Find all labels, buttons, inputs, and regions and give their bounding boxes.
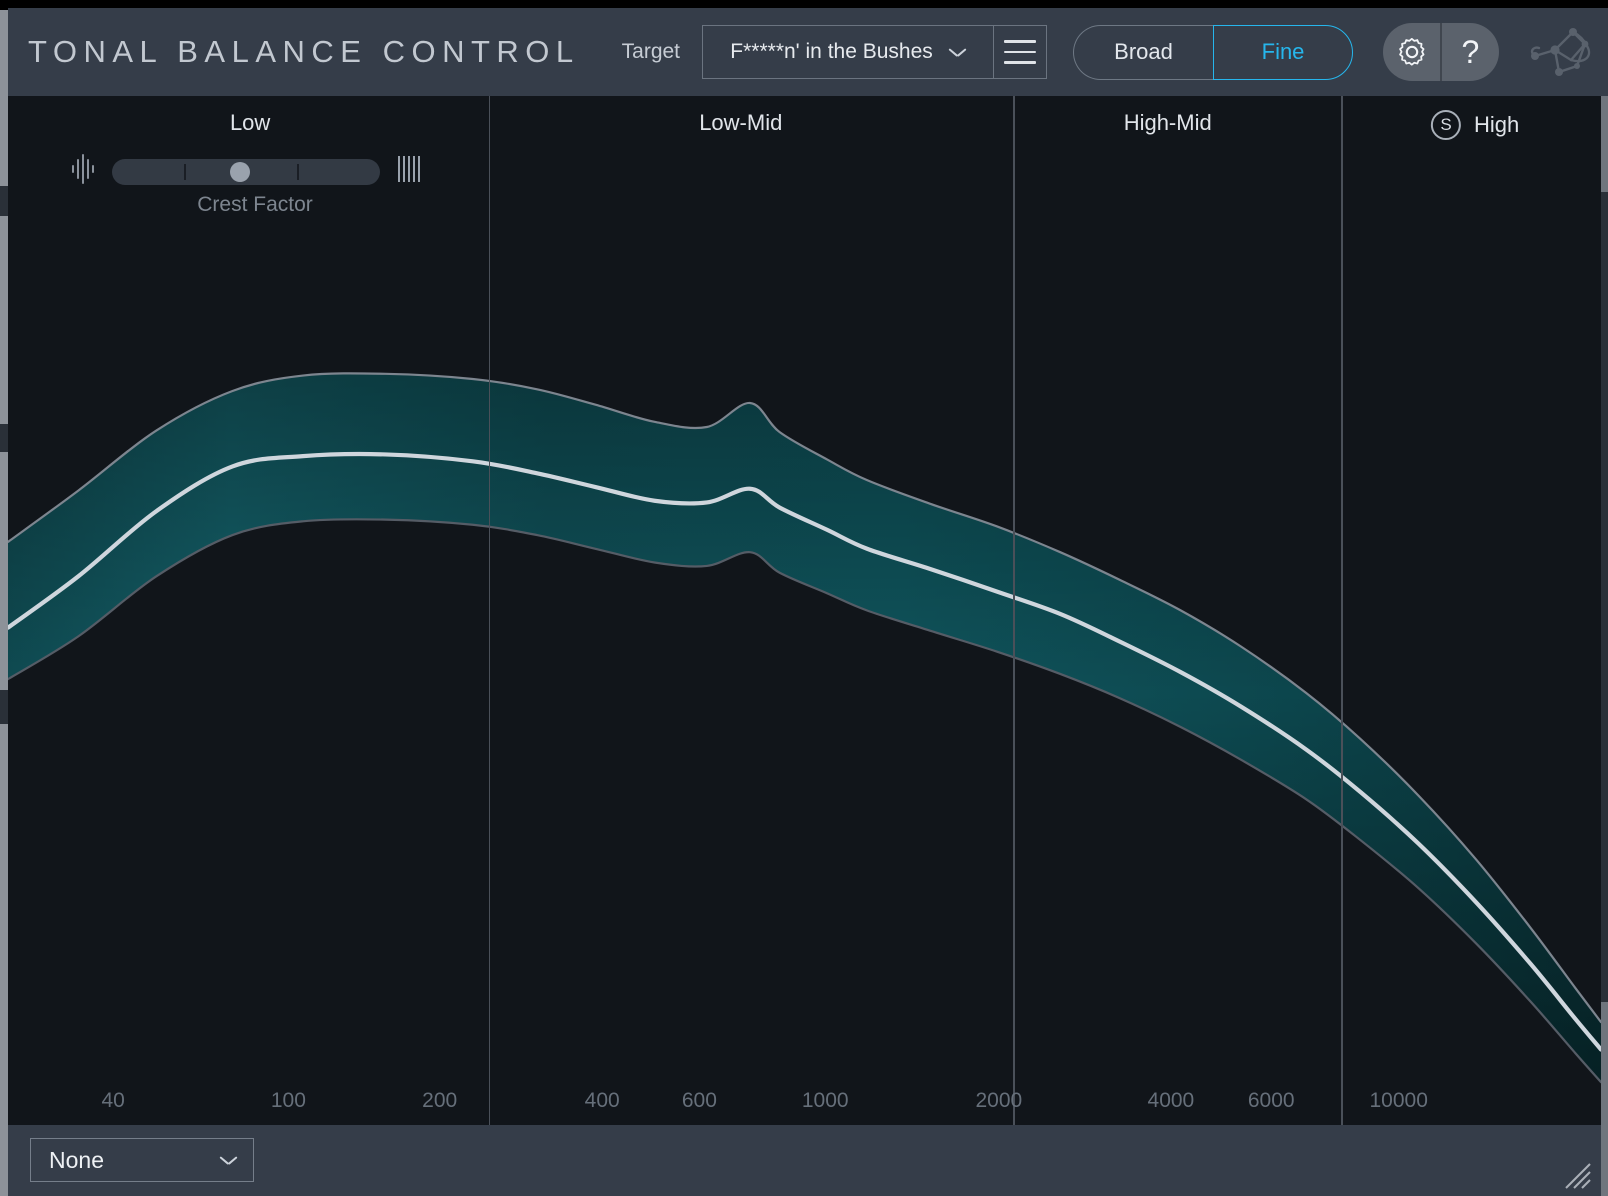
band-label-high[interactable]: S High [1431,110,1519,140]
right-scrollbar-rail[interactable] [1601,96,1608,1196]
help-icon[interactable]: ? [1442,23,1499,81]
right-rail-segment [1601,192,1608,1002]
help-label: ? [1461,34,1480,70]
target-select-value: F*****n' in the Bushes [730,40,933,63]
band-divider-highmid-high [1341,96,1343,1125]
axis-tick-label: 100 [270,1089,306,1112]
gear-icon[interactable] [1383,23,1440,81]
left-scrollbar-rail[interactable] [0,0,8,1196]
target-label: Target [621,40,681,63]
axis-tick-label: 1000 [801,1089,849,1112]
crest-tick-low [184,163,187,180]
waveform-sparse-icon [70,154,96,189]
target-range-shading [8,373,1601,1083]
page-title: TONAL BALANCE CONTROL [28,34,580,69]
band-label-low-mid[interactable]: Low-Mid [699,110,782,136]
target-controls: F*****n' in the Bushes [702,25,1048,79]
spectrum-chart [8,372,1601,1084]
resize-grip-icon[interactable] [1562,1160,1592,1190]
app-header: TONAL BALANCE CONTROL Target F*****n' in… [8,8,1608,96]
tonal-balance-analyzer[interactable]: Low Low-Mid High-Mid S High Crest Factor… [8,96,1601,1125]
band-divider-lowmid-highmid [1013,96,1015,1125]
izotope-logo-icon [1525,22,1603,82]
band-divider-low-lowmid [489,96,491,1125]
chevron-down-icon [949,47,966,57]
axis-tick-label: 40 [101,1089,125,1112]
module-select[interactable]: None [30,1138,254,1182]
left-rail-segment-b [0,186,8,216]
menu-line [1004,61,1037,64]
tonal-balance-control-window: TONAL BALANCE CONTROL Target F*****n' in… [0,0,1608,1196]
axis-tick-label: 2000 [975,1089,1023,1112]
menu-line [1004,40,1037,43]
view-mode-toggle: Broad Fine [1073,24,1354,80]
axis-tick-label: 200 [422,1089,458,1112]
tab-fine[interactable]: Fine [1213,24,1354,80]
crest-factor-label: Crest Factor [197,193,313,216]
module-select-value: None [49,1146,104,1173]
axis-tick-label: 600 [681,1089,717,1112]
axis-tick-label: 4000 [1147,1089,1195,1112]
waveform-dense-icon [396,154,424,189]
band-label-high-mid[interactable]: High-Mid [1124,110,1212,136]
crest-factor-control [70,154,424,189]
axis-tick-label: 10000 [1369,1089,1428,1112]
header-icon-group: ? [1383,23,1500,81]
axis-tick-label: 400 [584,1089,620,1112]
left-rail-segment-a [0,0,8,10]
hamburger-menu-icon[interactable] [994,25,1048,79]
solo-button-high[interactable]: S [1431,110,1462,140]
left-rail-segment-c [0,424,8,452]
crest-tick-high [296,163,299,180]
band-label-high-mid-text: High-Mid [1123,110,1212,135]
band-label-low-text: Low [229,110,271,135]
band-label-low[interactable]: Low [230,110,270,136]
menu-line [1004,50,1037,54]
axis-tick-label: 6000 [1247,1089,1295,1112]
tab-broad[interactable]: Broad [1073,24,1214,80]
left-rail-segment-d [0,690,8,724]
crest-factor-knob[interactable] [230,161,250,182]
app-footer: None [8,1125,1601,1196]
window-top-edge [0,0,1608,8]
band-label-high-text: High [1474,112,1520,137]
crest-factor-slider[interactable] [112,158,380,185]
target-select[interactable]: F*****n' in the Bushes [702,25,995,79]
chevron-down-icon [220,1155,237,1165]
band-label-low-mid-text: Low-Mid [699,110,783,135]
